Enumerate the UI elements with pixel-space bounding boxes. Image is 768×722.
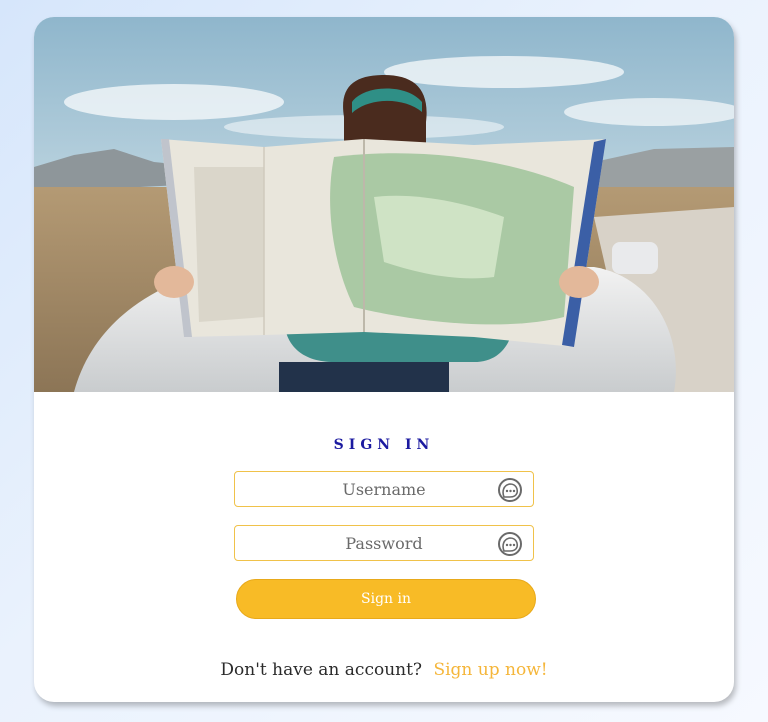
login-card: SIGN IN Sign in Don't have an account? S… [34, 17, 734, 702]
signup-prompt: Don't have an account? Sign up now! [34, 660, 734, 680]
chat-bubble-dots-icon [498, 532, 522, 556]
username-field[interactable] [234, 471, 534, 507]
username-input[interactable] [235, 472, 533, 506]
chat-bubble-dots-icon [498, 478, 522, 502]
password-input[interactable] [235, 526, 533, 560]
signup-prompt-text: Don't have an account? [220, 660, 423, 680]
hero-image [34, 17, 734, 392]
sign-in-title: SIGN IN [333, 437, 435, 453]
password-field[interactable] [234, 525, 534, 561]
sign-in-button[interactable]: Sign in [236, 579, 536, 619]
sign-up-link[interactable]: Sign up now! [433, 660, 547, 680]
